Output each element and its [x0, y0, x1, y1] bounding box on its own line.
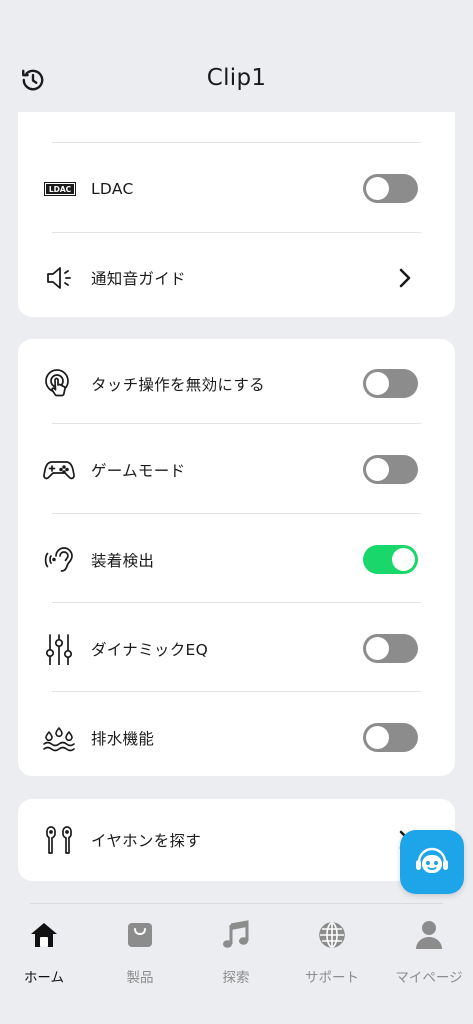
svg-text:LDAC: LDAC — [49, 185, 72, 194]
setting-row-find-earphones[interactable]: イヤホンを探す — [18, 799, 455, 881]
toggle-knob — [392, 548, 415, 571]
setting-row-dynamic-eq: ダイナミックEQ — [18, 604, 455, 693]
settings-card-audio: LDAC LDAC 通知音ガイド — [18, 112, 455, 317]
nav-item-products[interactable]: 製品 — [93, 918, 187, 998]
music-note-icon — [189, 918, 283, 952]
setting-row-game-mode: ゲームモード — [18, 425, 455, 514]
earbuds-icon — [42, 823, 76, 857]
drain-toggle[interactable] — [363, 723, 418, 752]
setting-label: イヤホンを探す — [91, 831, 202, 850]
divider — [52, 602, 421, 603]
setting-label: LDAC — [91, 179, 134, 198]
ldac-icon: LDAC — [44, 172, 76, 206]
headset-bot-icon — [416, 847, 448, 873]
ldac-toggle[interactable] — [363, 174, 418, 203]
bottom-nav: ホーム 製品 探索 サポート マイページ — [0, 904, 473, 1024]
divider — [52, 142, 421, 143]
app-screen: Clip1 LDAC LDAC 通知音ガイド タッチ操作を無効にする ゲームモー… — [0, 0, 473, 1024]
globe-icon — [285, 918, 379, 952]
nav-label: サポート — [305, 970, 359, 986]
divider — [52, 513, 421, 514]
water-drops-icon — [42, 721, 76, 755]
setting-row-drain: 排水機能 — [18, 693, 455, 776]
bag-icon — [93, 918, 187, 952]
setting-row-disable-touch: タッチ操作を無効にする — [18, 339, 455, 428]
divider — [52, 691, 421, 692]
settings-card-controls: タッチ操作を無効にする ゲームモード 装着検出 ダイナミックEQ 排水機能 — [18, 339, 455, 776]
setting-row-ldac: LDAC LDAC — [18, 144, 455, 233]
dynamic-eq-toggle[interactable] — [363, 634, 418, 663]
game-mode-toggle[interactable] — [363, 455, 418, 484]
setting-label: ゲームモード — [91, 461, 186, 480]
nav-item-explore[interactable]: 探索 — [189, 918, 283, 998]
nav-item-mypage[interactable]: マイページ — [382, 918, 473, 998]
nav-label: マイページ — [395, 970, 463, 986]
toggle-knob — [366, 458, 389, 481]
nav-label: ホーム — [23, 970, 65, 986]
home-icon — [0, 918, 91, 952]
toggle-knob — [366, 372, 389, 395]
divider — [52, 423, 421, 424]
header: Clip1 — [0, 50, 473, 110]
equalizer-icon — [42, 632, 76, 666]
setting-row-wear-detection: 装着検出 — [18, 515, 455, 604]
page-title: Clip1 — [206, 65, 267, 91]
setting-label: 排水機能 — [91, 729, 155, 748]
toggle-knob — [366, 637, 389, 660]
nav-item-home[interactable]: ホーム — [0, 918, 91, 998]
setting-label: 装着検出 — [91, 551, 155, 570]
touch-icon — [42, 367, 76, 401]
support-chat-button[interactable] — [400, 830, 464, 894]
person-icon — [382, 918, 473, 952]
toggle-knob — [366, 726, 389, 749]
settings-card-find: イヤホンを探す — [18, 799, 455, 881]
disable-touch-toggle[interactable] — [363, 369, 418, 398]
chevron-right-icon[interactable] — [395, 268, 415, 288]
wear-detection-toggle[interactable] — [363, 545, 418, 574]
nav-label: 探索 — [222, 970, 250, 986]
ear-icon — [42, 543, 76, 577]
nav-item-support[interactable]: サポート — [285, 918, 379, 998]
gamepad-icon — [42, 453, 76, 487]
speaker-icon — [42, 261, 76, 295]
toggle-knob — [366, 177, 389, 200]
nav-label: 製品 — [126, 970, 154, 986]
setting-label: 通知音ガイド — [91, 269, 186, 288]
setting-label: ダイナミックEQ — [91, 640, 209, 659]
setting-label: タッチ操作を無効にする — [91, 375, 265, 394]
setting-row-notification-guide[interactable]: 通知音ガイド — [18, 233, 455, 317]
